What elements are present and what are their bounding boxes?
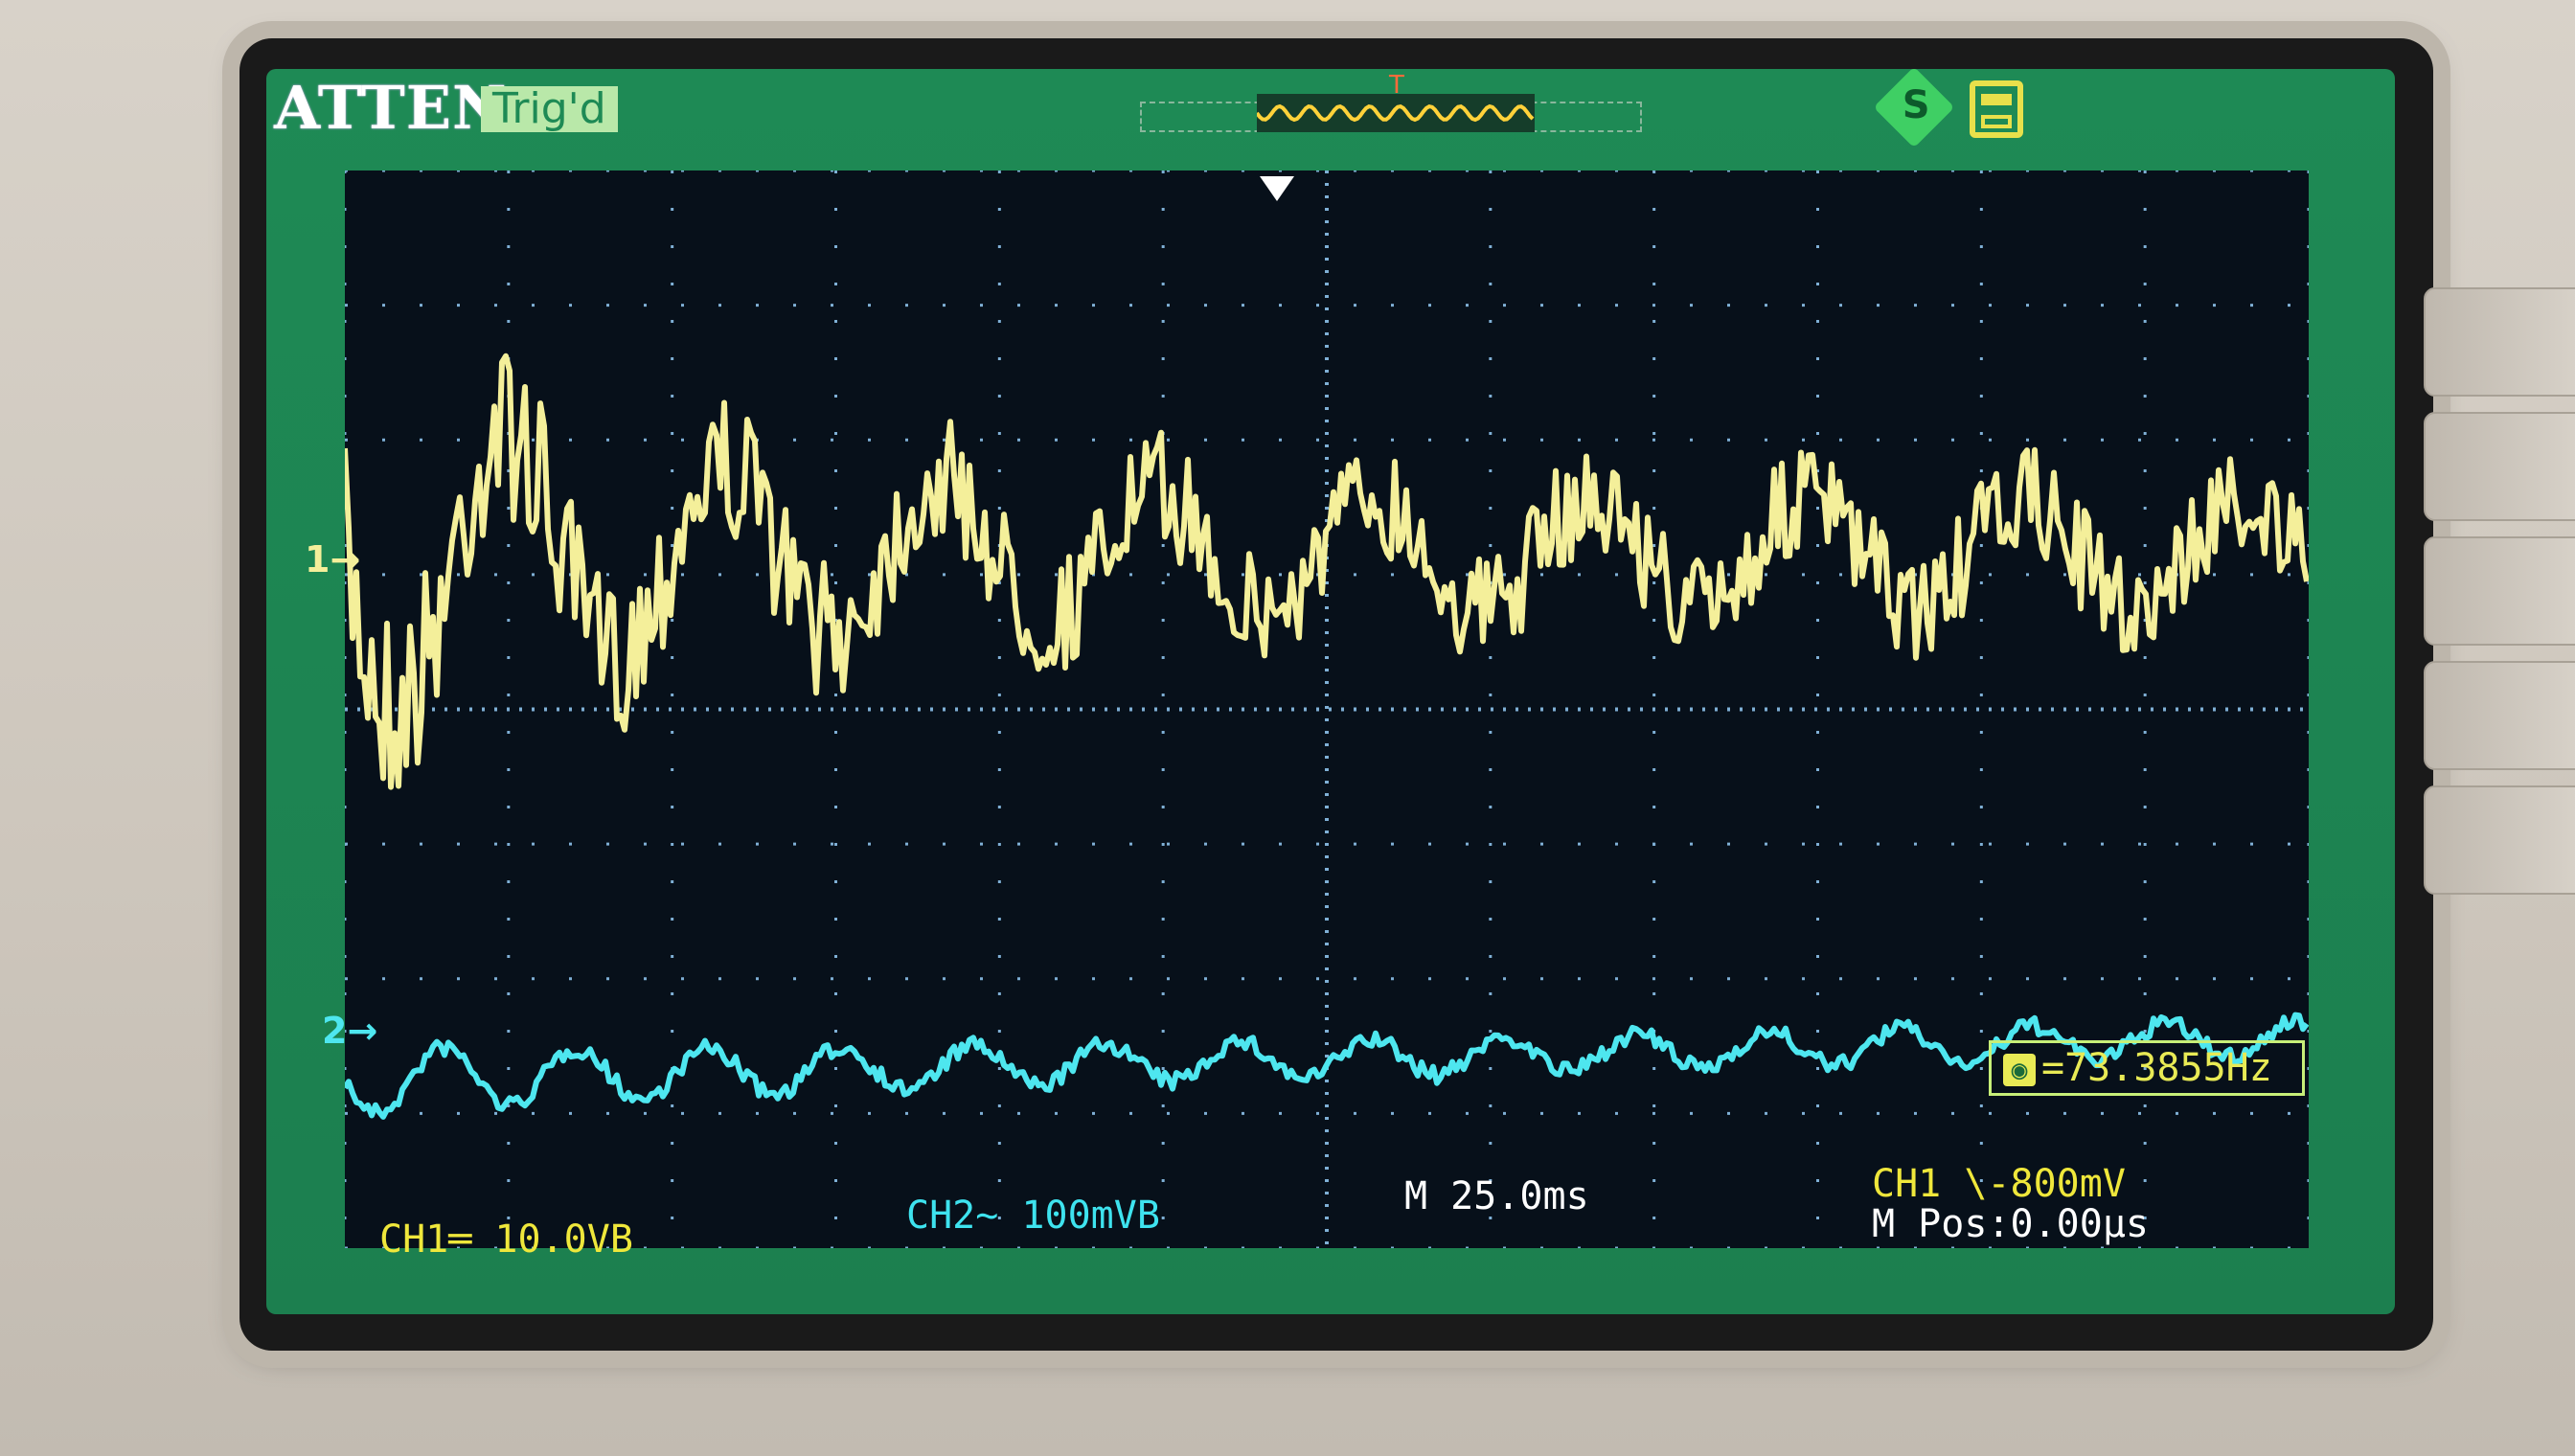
timeline-window	[1255, 94, 1535, 132]
trigger-position-marker	[1260, 176, 1294, 201]
frequency-value: =73.3855Hz	[2041, 1046, 2272, 1090]
brand-logo: ATTEN	[274, 73, 508, 143]
trigger-level-readout: CH1 \-800mV	[1872, 1162, 2126, 1206]
menu-button-2[interactable]	[2424, 412, 2575, 521]
menu-button-1[interactable]	[2424, 287, 2575, 397]
timeline-waveform	[1255, 103, 1535, 123]
trigger-status-badge: Trig'd	[481, 86, 618, 132]
scope-screen: ATTEN Trig'd T S 1→ 2→ ◉ =73.3855Hz CH1═ …	[266, 69, 2395, 1314]
menu-button-5[interactable]	[2424, 785, 2575, 895]
frequency-readout: ◉ =73.3855Hz	[1989, 1040, 2305, 1096]
usb-storage-icon: S	[1873, 69, 1955, 148]
ch2-scale-readout: CH2~ 100mVB	[906, 1194, 1160, 1238]
top-status-bar: ATTEN Trig'd T S	[266, 69, 2395, 148]
menu-button-4[interactable]	[2424, 661, 2575, 770]
timebase-readout: M 25.0ms	[1404, 1174, 1589, 1218]
menu-button-3[interactable]	[2424, 536, 2575, 646]
ch1-scale-readout: CH1═ 10.0VB	[379, 1217, 633, 1262]
ch2-level-marker: 2→	[322, 1010, 378, 1052]
horizontal-position-readout: M Pos:0.00µs	[1872, 1202, 2149, 1246]
trigger-position-label: T	[1389, 71, 1404, 100]
printer-icon	[1970, 80, 2023, 138]
frequency-icon: ◉	[2003, 1054, 2036, 1086]
ch1-level-marker: 1→	[305, 538, 361, 580]
